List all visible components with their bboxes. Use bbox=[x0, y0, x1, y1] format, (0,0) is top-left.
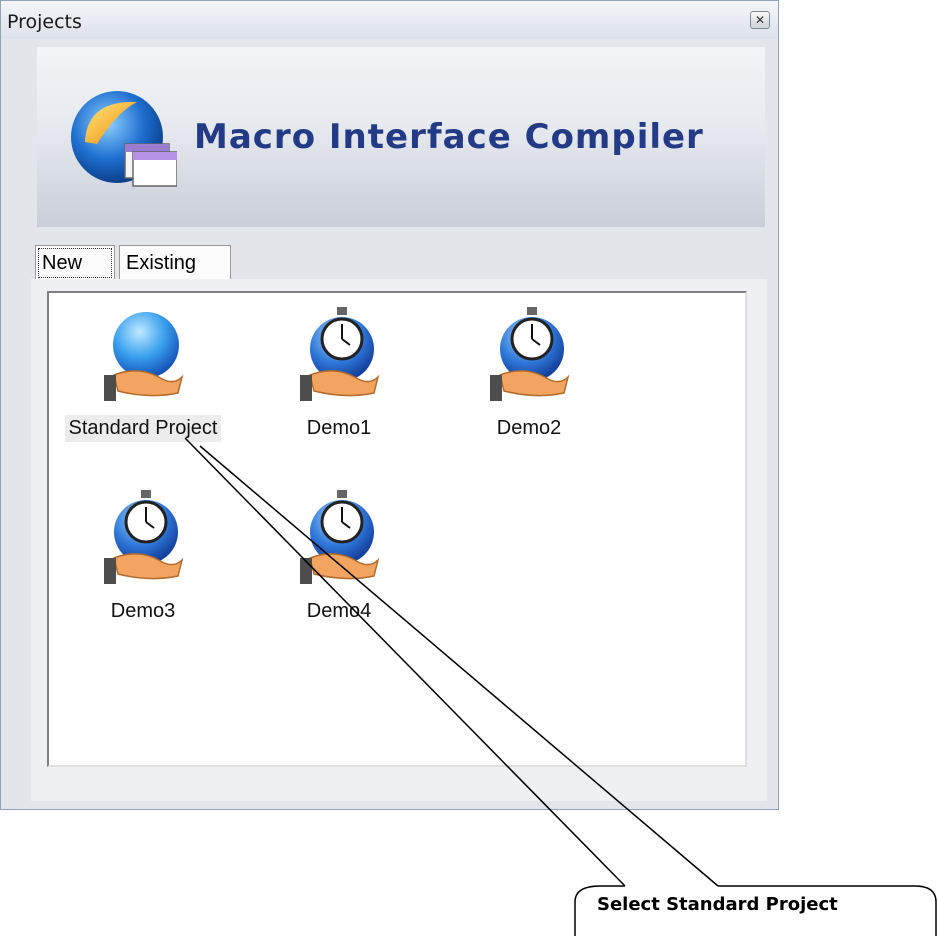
banner: Macro Interface Compiler bbox=[37, 47, 765, 227]
project-item-standard[interactable]: Standard Project bbox=[53, 305, 233, 442]
project-label: Demo2 bbox=[496, 417, 562, 439]
project-item-demo4[interactable]: Demo4 bbox=[249, 488, 429, 625]
callout-box: Select Standard Project bbox=[567, 886, 937, 936]
title-bar[interactable]: Projects ✕ bbox=[1, 1, 778, 39]
close-button[interactable]: ✕ bbox=[750, 11, 770, 29]
project-label: Demo3 bbox=[110, 600, 176, 622]
project-label: Demo1 bbox=[306, 417, 372, 439]
stopwatch-hand-icon bbox=[300, 490, 380, 584]
project-list: Standard Project Demo1 Demo2 Demo3 Demo4 bbox=[47, 291, 747, 767]
app-logo-icon bbox=[71, 91, 177, 187]
stopwatch-hand-icon bbox=[490, 307, 570, 401]
project-item-demo3[interactable]: Demo3 bbox=[53, 488, 233, 625]
globe-hand-icon bbox=[104, 312, 184, 401]
banner-title: Macro Interface Compiler bbox=[194, 117, 704, 157]
window-title: Projects bbox=[7, 11, 82, 33]
project-item-demo2[interactable]: Demo2 bbox=[439, 305, 619, 442]
callout-text: Select Standard Project bbox=[597, 894, 838, 915]
close-icon: ✕ bbox=[754, 13, 766, 27]
stopwatch-hand-icon bbox=[300, 307, 380, 401]
tab-existing[interactable]: Existing bbox=[119, 245, 231, 281]
tab-new[interactable]: New bbox=[35, 245, 115, 281]
project-label: Standard Project bbox=[64, 415, 222, 442]
project-label: Demo4 bbox=[306, 600, 372, 622]
tab-panel: Standard Project Demo1 Demo2 Demo3 Demo4 bbox=[31, 279, 767, 801]
project-item-demo1[interactable]: Demo1 bbox=[249, 305, 429, 442]
projects-window: Projects ✕ Macro Interface Compiler New … bbox=[0, 0, 779, 810]
stopwatch-hand-icon bbox=[104, 490, 184, 584]
